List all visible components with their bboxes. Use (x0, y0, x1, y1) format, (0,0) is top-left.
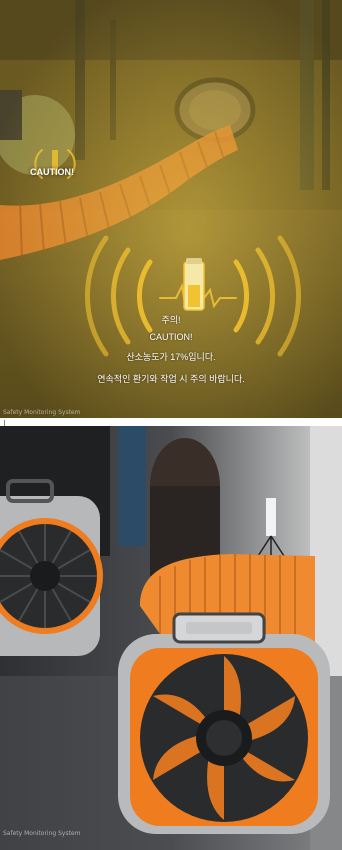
alert-line-caution: CAUTION! (149, 332, 193, 342)
ventilation-fan-photo: Safety Monitoring System (0, 426, 342, 850)
fan-scene (0, 426, 342, 850)
alert-line-oxygen: 산소농도가 17%입니다. (126, 352, 216, 362)
right-fan-graphic (118, 612, 330, 834)
tunnel-alert-photo: CAUTION! 주의! CAUTION! 산소농도가 17%입니다. 연속적인… (0, 0, 342, 418)
top-caption: Safety Monitoring System (3, 409, 81, 416)
small-caution-label: CAUTION! (30, 167, 74, 177)
bottom-caption: Safety Monitoring System (3, 830, 81, 837)
alert-line-ventilation: 연속적인 환기와 작업 시 주의 바랍니다. (97, 374, 245, 384)
left-fan-graphic (0, 479, 103, 656)
alert-line-warning: 주의! (161, 315, 181, 325)
